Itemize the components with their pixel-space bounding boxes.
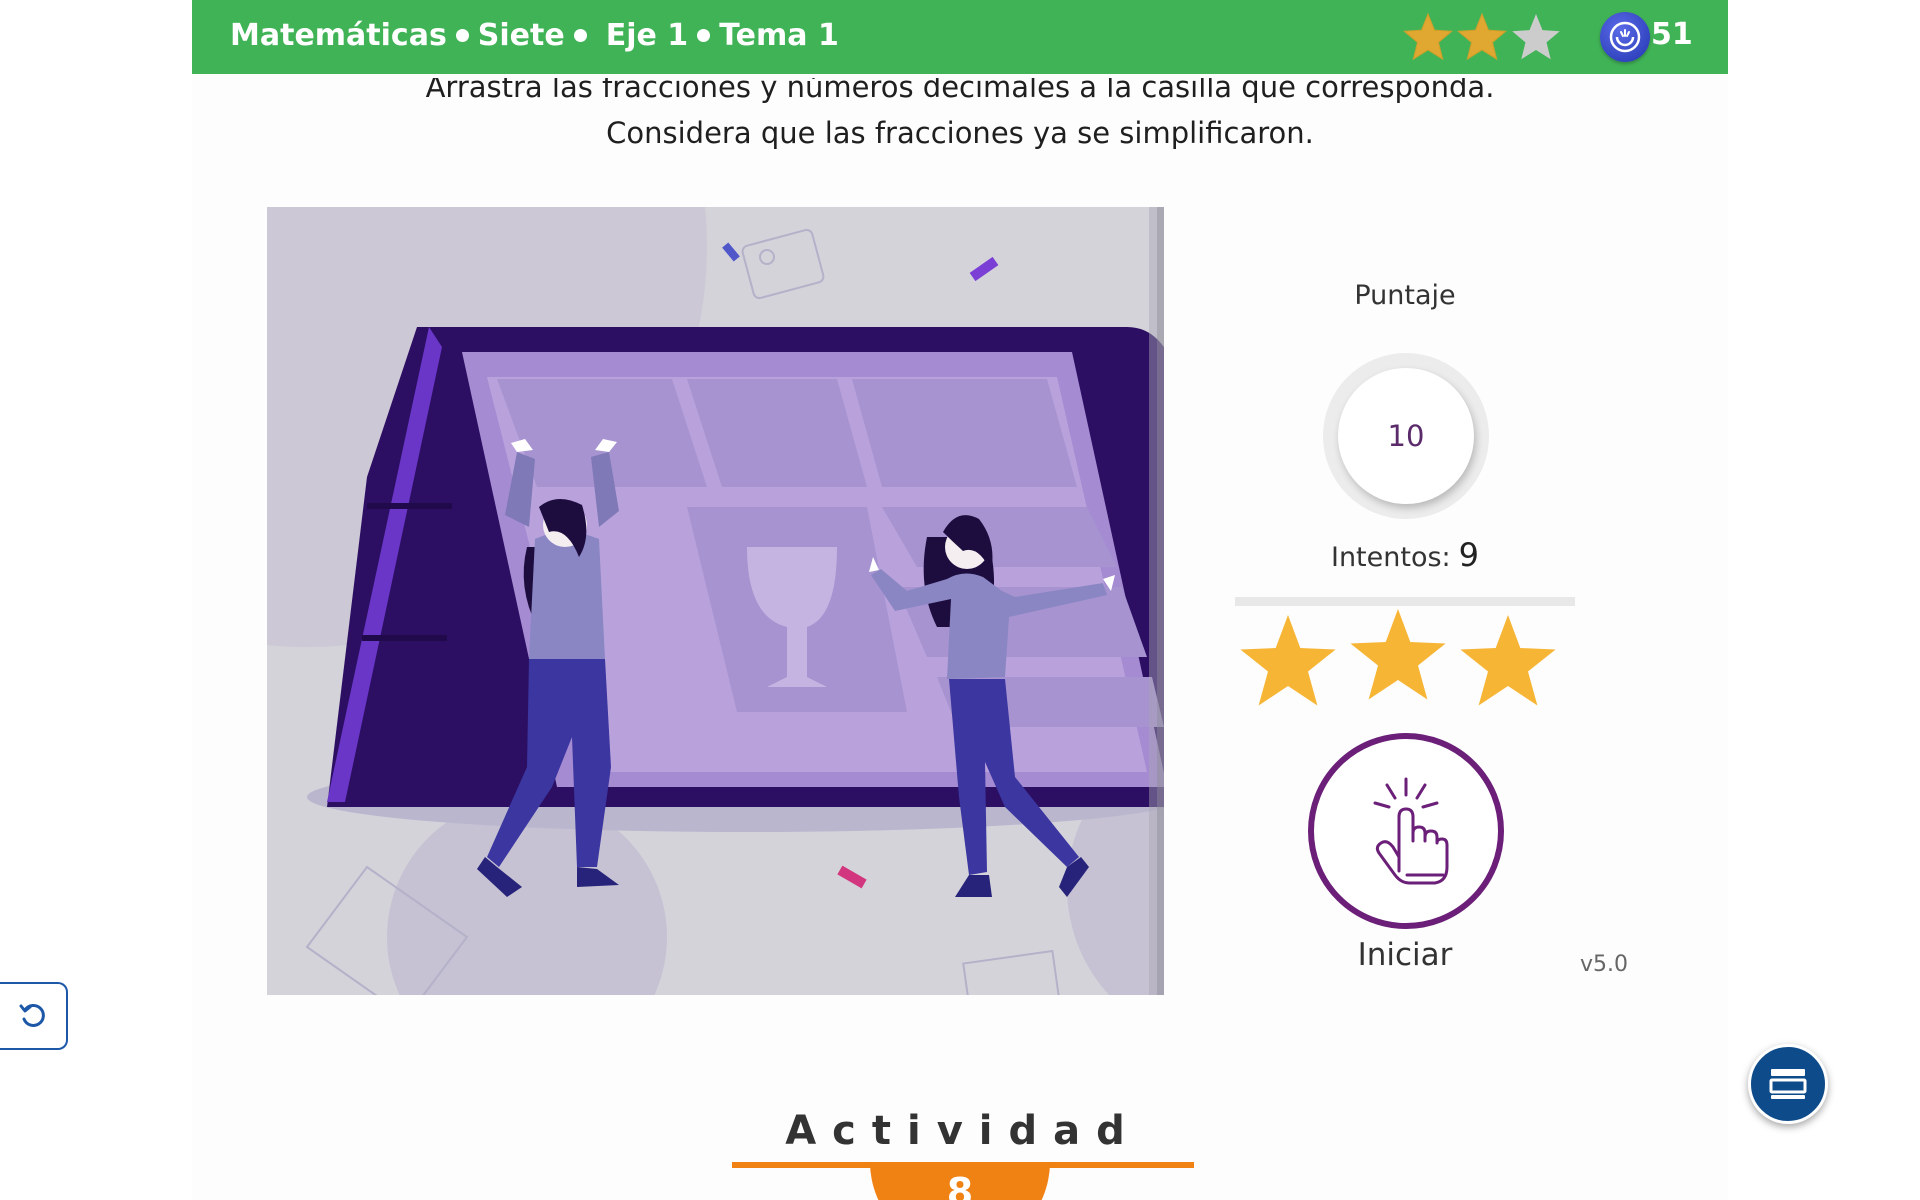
- breadcrumb-subject[interactable]: Matemáticas: [230, 18, 447, 53]
- score-ring: 10: [1323, 353, 1489, 519]
- reload-button[interactable]: [0, 982, 68, 1050]
- star-icon: [1456, 12, 1508, 61]
- score-title: Puntaje: [1354, 280, 1456, 311]
- activity-title: Actividad: [785, 1108, 1141, 1154]
- coin-count: 51: [1651, 17, 1693, 52]
- reload-icon: [19, 1003, 45, 1027]
- breadcrumb-separator: [455, 29, 469, 42]
- score-value: 10: [1338, 368, 1474, 504]
- star-icon: [1460, 615, 1556, 706]
- start-button[interactable]: [1308, 733, 1504, 929]
- activity-number: 8: [946, 1170, 974, 1200]
- star-icon: [1240, 615, 1336, 706]
- activity-screen: Arrastra las fracciones y números decima…: [0, 0, 1920, 1200]
- star-icon: [1402, 12, 1454, 61]
- version-label: v5.0: [1580, 952, 1629, 977]
- star-icon: [1350, 609, 1446, 700]
- breadcrumb-separator: [573, 29, 587, 42]
- attempts-label: Intentos:: [1330, 542, 1451, 573]
- instructions-line-2: Considera que las fracciones ya se simpl…: [606, 116, 1314, 150]
- window-icon: [1769, 1069, 1807, 1099]
- start-label: Iniciar: [1357, 937, 1453, 973]
- celebration-illustration: [267, 207, 1164, 995]
- header-stars: [1402, 12, 1562, 64]
- coin-icon: [1600, 12, 1650, 62]
- score-stars: [1236, 607, 1576, 717]
- tap-hand-icon: [1373, 777, 1449, 885]
- divider: [1235, 597, 1575, 606]
- breadcrumb-axis[interactable]: Eje 1: [606, 18, 688, 53]
- breadcrumb-grade[interactable]: Siete: [478, 18, 565, 53]
- attempts-value: 9: [1458, 536, 1479, 574]
- star-icon: [1512, 14, 1560, 60]
- breadcrumb-separator: [697, 29, 711, 42]
- breadcrumb: Matemáticas Siete Eje 1 Tema 1: [230, 18, 839, 53]
- breadcrumb-topic[interactable]: Tema 1: [719, 18, 839, 53]
- window-button[interactable]: [1748, 1044, 1828, 1124]
- top-bar: Matemáticas Siete Eje 1 Tema 1 51: [192, 0, 1728, 74]
- attempts: Intentos: 9: [1292, 536, 1518, 574]
